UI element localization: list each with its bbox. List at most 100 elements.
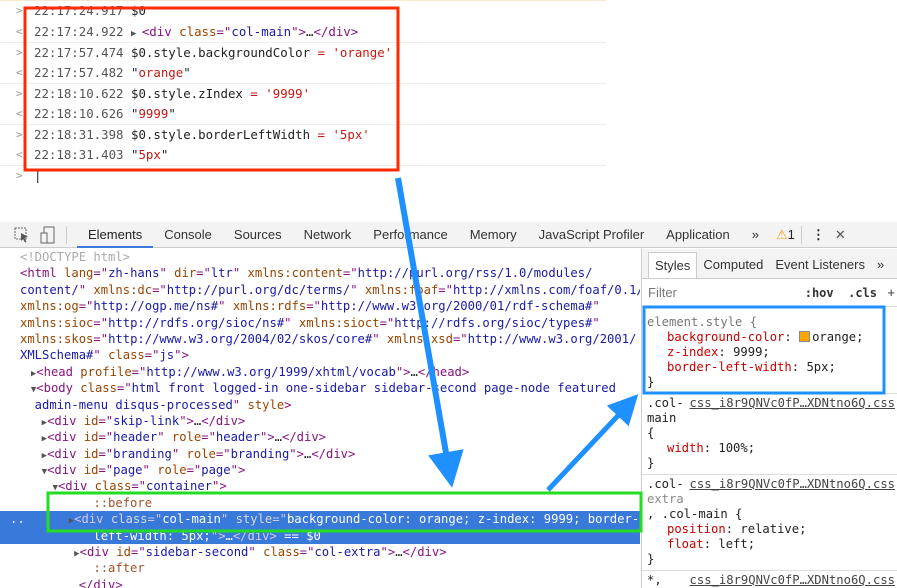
dom-node-line[interactable]: xmlns:skos="http://www.w3.org/2004/02/sk…	[0, 331, 640, 347]
device-toolbar-icon[interactable]	[40, 226, 56, 244]
code-token: </div>	[232, 528, 277, 543]
style-property[interactable]: position: relative;	[647, 522, 893, 537]
new-rule-button[interactable]: +	[887, 279, 895, 307]
expand-triangle-icon[interactable]: ▼	[20, 467, 47, 477]
console-prompt[interactable]: > |	[0, 165, 606, 186]
close-brace: }	[647, 456, 655, 470]
code-token: xmlns:dc	[93, 282, 153, 297]
code-token: <div	[57, 479, 95, 494]
code-token: ">	[395, 364, 411, 379]
hov-toggle[interactable]: :hov	[805, 286, 834, 300]
dom-node-line[interactable]: <html lang="zh-hans" dir="ltr" xmlns:con…	[0, 265, 640, 281]
timestamp: 22:17:24.917	[34, 3, 124, 18]
stylesheet-link[interactable]: css_i8r9QNVc0fP…XDNtno6Q.css	[690, 477, 895, 492]
inspect-element-icon[interactable]	[14, 227, 30, 243]
expand-triangle-icon[interactable]: ▼	[20, 385, 36, 395]
dom-node-line[interactable]: ▶<div id="header" role="header">…</div>	[0, 429, 640, 445]
code-token: left-width: 5px;	[20, 528, 211, 543]
styles-filter[interactable]: Filter :hov .cls +	[642, 279, 897, 307]
code-token[interactable]: ▶	[131, 29, 142, 39]
color-swatch[interactable]	[799, 331, 811, 342]
code-token: <!DOCTYPE html>	[20, 250, 131, 264]
dom-node-line[interactable]: admin-menu disqus-processed" style>	[0, 397, 640, 413]
tab-javascript-profiler[interactable]: JavaScript Profiler	[528, 222, 655, 248]
code-token: </div>	[201, 413, 246, 428]
console-entry: <22:17:57.482 "orange"	[0, 63, 606, 84]
code-token: content/	[20, 282, 79, 297]
code-token: "	[93, 348, 109, 363]
expand-triangle-icon[interactable]: ▶	[20, 451, 47, 461]
expand-triangle-icon[interactable]: ▶	[20, 369, 36, 379]
styles-tab-computed[interactable]: Computed	[697, 252, 769, 278]
stylesheet-link[interactable]: css_i8r9QNVc0fP…XDNtno6Q.css	[690, 396, 895, 411]
style-property[interactable]: background-color: orange;	[647, 330, 893, 345]
styles-tab-event-listeners[interactable]: Event Listeners	[769, 252, 871, 278]
dom-node-line[interactable]: ▼<body class="html front logged-in one-s…	[0, 380, 640, 396]
tab-console[interactable]: Console	[153, 222, 223, 248]
code-token: dir	[174, 266, 197, 281]
close-brace: }	[647, 375, 655, 389]
property-name: width	[667, 441, 704, 455]
tab-application[interactable]: Application	[655, 222, 741, 248]
code-token: <head	[36, 364, 81, 379]
dom-node-line[interactable]: ▶<div id="skip-link">…</div>	[0, 413, 640, 429]
console-entry: >22:18:31.398 $0.style.borderLeftWidth =…	[0, 124, 606, 145]
console-entry: >22:17:24.917 $0	[0, 1, 606, 22]
tab-memory[interactable]: Memory	[459, 222, 528, 248]
filter-input[interactable]: Filter	[648, 285, 677, 300]
expand-triangle-icon[interactable]: ▼	[20, 483, 58, 493]
tab-network[interactable]: Network	[293, 222, 363, 248]
warnings-badge[interactable]: ⚠1	[770, 227, 801, 243]
style-property[interactable]: float: left;	[647, 537, 893, 552]
stylesheet-link[interactable]: css_i8r9QNVc0fP…XDNtno6Q.css	[690, 573, 895, 588]
code-token: role	[171, 430, 202, 445]
code-token: container	[146, 479, 213, 494]
timestamp: 22:17:57.474	[34, 45, 124, 60]
dom-node-line[interactable]: ▶<div id="branding" role="branding">…</d…	[0, 446, 640, 462]
input-chevron-icon: >	[16, 4, 23, 17]
code-token: 5px	[138, 146, 161, 162]
style-property[interactable]: width: 100%;	[647, 441, 893, 456]
dom-node-line[interactable]: XMLSchema#" class="js">	[0, 347, 640, 363]
code-token: http://rdfs.org/sioc/types#	[394, 315, 593, 330]
code-token: $0.style.zIndex	[131, 86, 251, 101]
expand-triangle-icon[interactable]: ▶	[20, 418, 47, 428]
dom-node-line[interactable]: xmlns:sioc="http://rdfs.org/sioc/ns#" xm…	[0, 315, 640, 331]
dom-node-line[interactable]: ▼<div class="container">	[0, 478, 640, 494]
close-icon[interactable]: ✕	[835, 227, 846, 243]
tab-elements[interactable]: Elements	[77, 222, 154, 248]
dom-node-line[interactable]: ▼<div id="page" role="page">	[0, 462, 640, 478]
dom-node-line[interactable]: <!DOCTYPE html>	[0, 249, 640, 265]
dom-node-line[interactable]: left-width: 5px;">…</div> == $0	[0, 527, 640, 545]
dom-node-line[interactable]: ▶<head profile="http://www.w3.org/1999/x…	[0, 364, 640, 380]
expand-triangle-icon[interactable]: ▶	[20, 549, 79, 559]
code-token: ="	[130, 545, 146, 560]
code-token: XMLSchema#	[20, 348, 94, 363]
cls-toggle[interactable]: .cls	[848, 286, 877, 300]
code-token: ="	[215, 446, 231, 461]
tab-sources[interactable]: Sources	[223, 222, 293, 248]
dom-node-line[interactable]: .. ▶<div class="col-main" style="backgro…	[0, 511, 640, 528]
code-token: class	[110, 512, 148, 527]
style-property[interactable]: z-index: 9999;	[647, 345, 893, 360]
expand-triangle-icon[interactable]: ▶	[20, 434, 47, 444]
dom-node-line[interactable]: xmlns:og="http://ogp.me/ns#" xmlns:rdfs=…	[0, 298, 640, 314]
dom-node-line[interactable]: ::before	[0, 495, 640, 511]
dom-node-line[interactable]: </div>	[0, 577, 640, 588]
close-brace: }	[647, 552, 655, 566]
tab-performance[interactable]: Performance	[362, 222, 458, 248]
dom-node-line[interactable]: content/" xmlns:dc="http://purl.org/dc/t…	[0, 282, 640, 298]
code-token: <div	[47, 413, 84, 428]
code-token: ="	[452, 331, 468, 346]
dom-node-line[interactable]: ::after	[0, 560, 640, 576]
code-token: http://purl.org/dc/terms/	[166, 282, 351, 297]
style-property[interactable]: border-left-width: 5px;	[647, 360, 893, 375]
menu-icon[interactable]: ⋮	[802, 227, 835, 243]
styles-tab-styles[interactable]: Styles	[648, 252, 698, 278]
code-token: "	[78, 282, 94, 297]
more-tabs-button[interactable]: »	[871, 252, 890, 278]
code-token: role	[157, 463, 187, 478]
code-token: skip-link	[113, 413, 180, 428]
more-tabs-button[interactable]: »	[741, 222, 770, 248]
dom-node-line[interactable]: ▶<div id="sidebar-second" class="col-ext…	[0, 544, 640, 560]
